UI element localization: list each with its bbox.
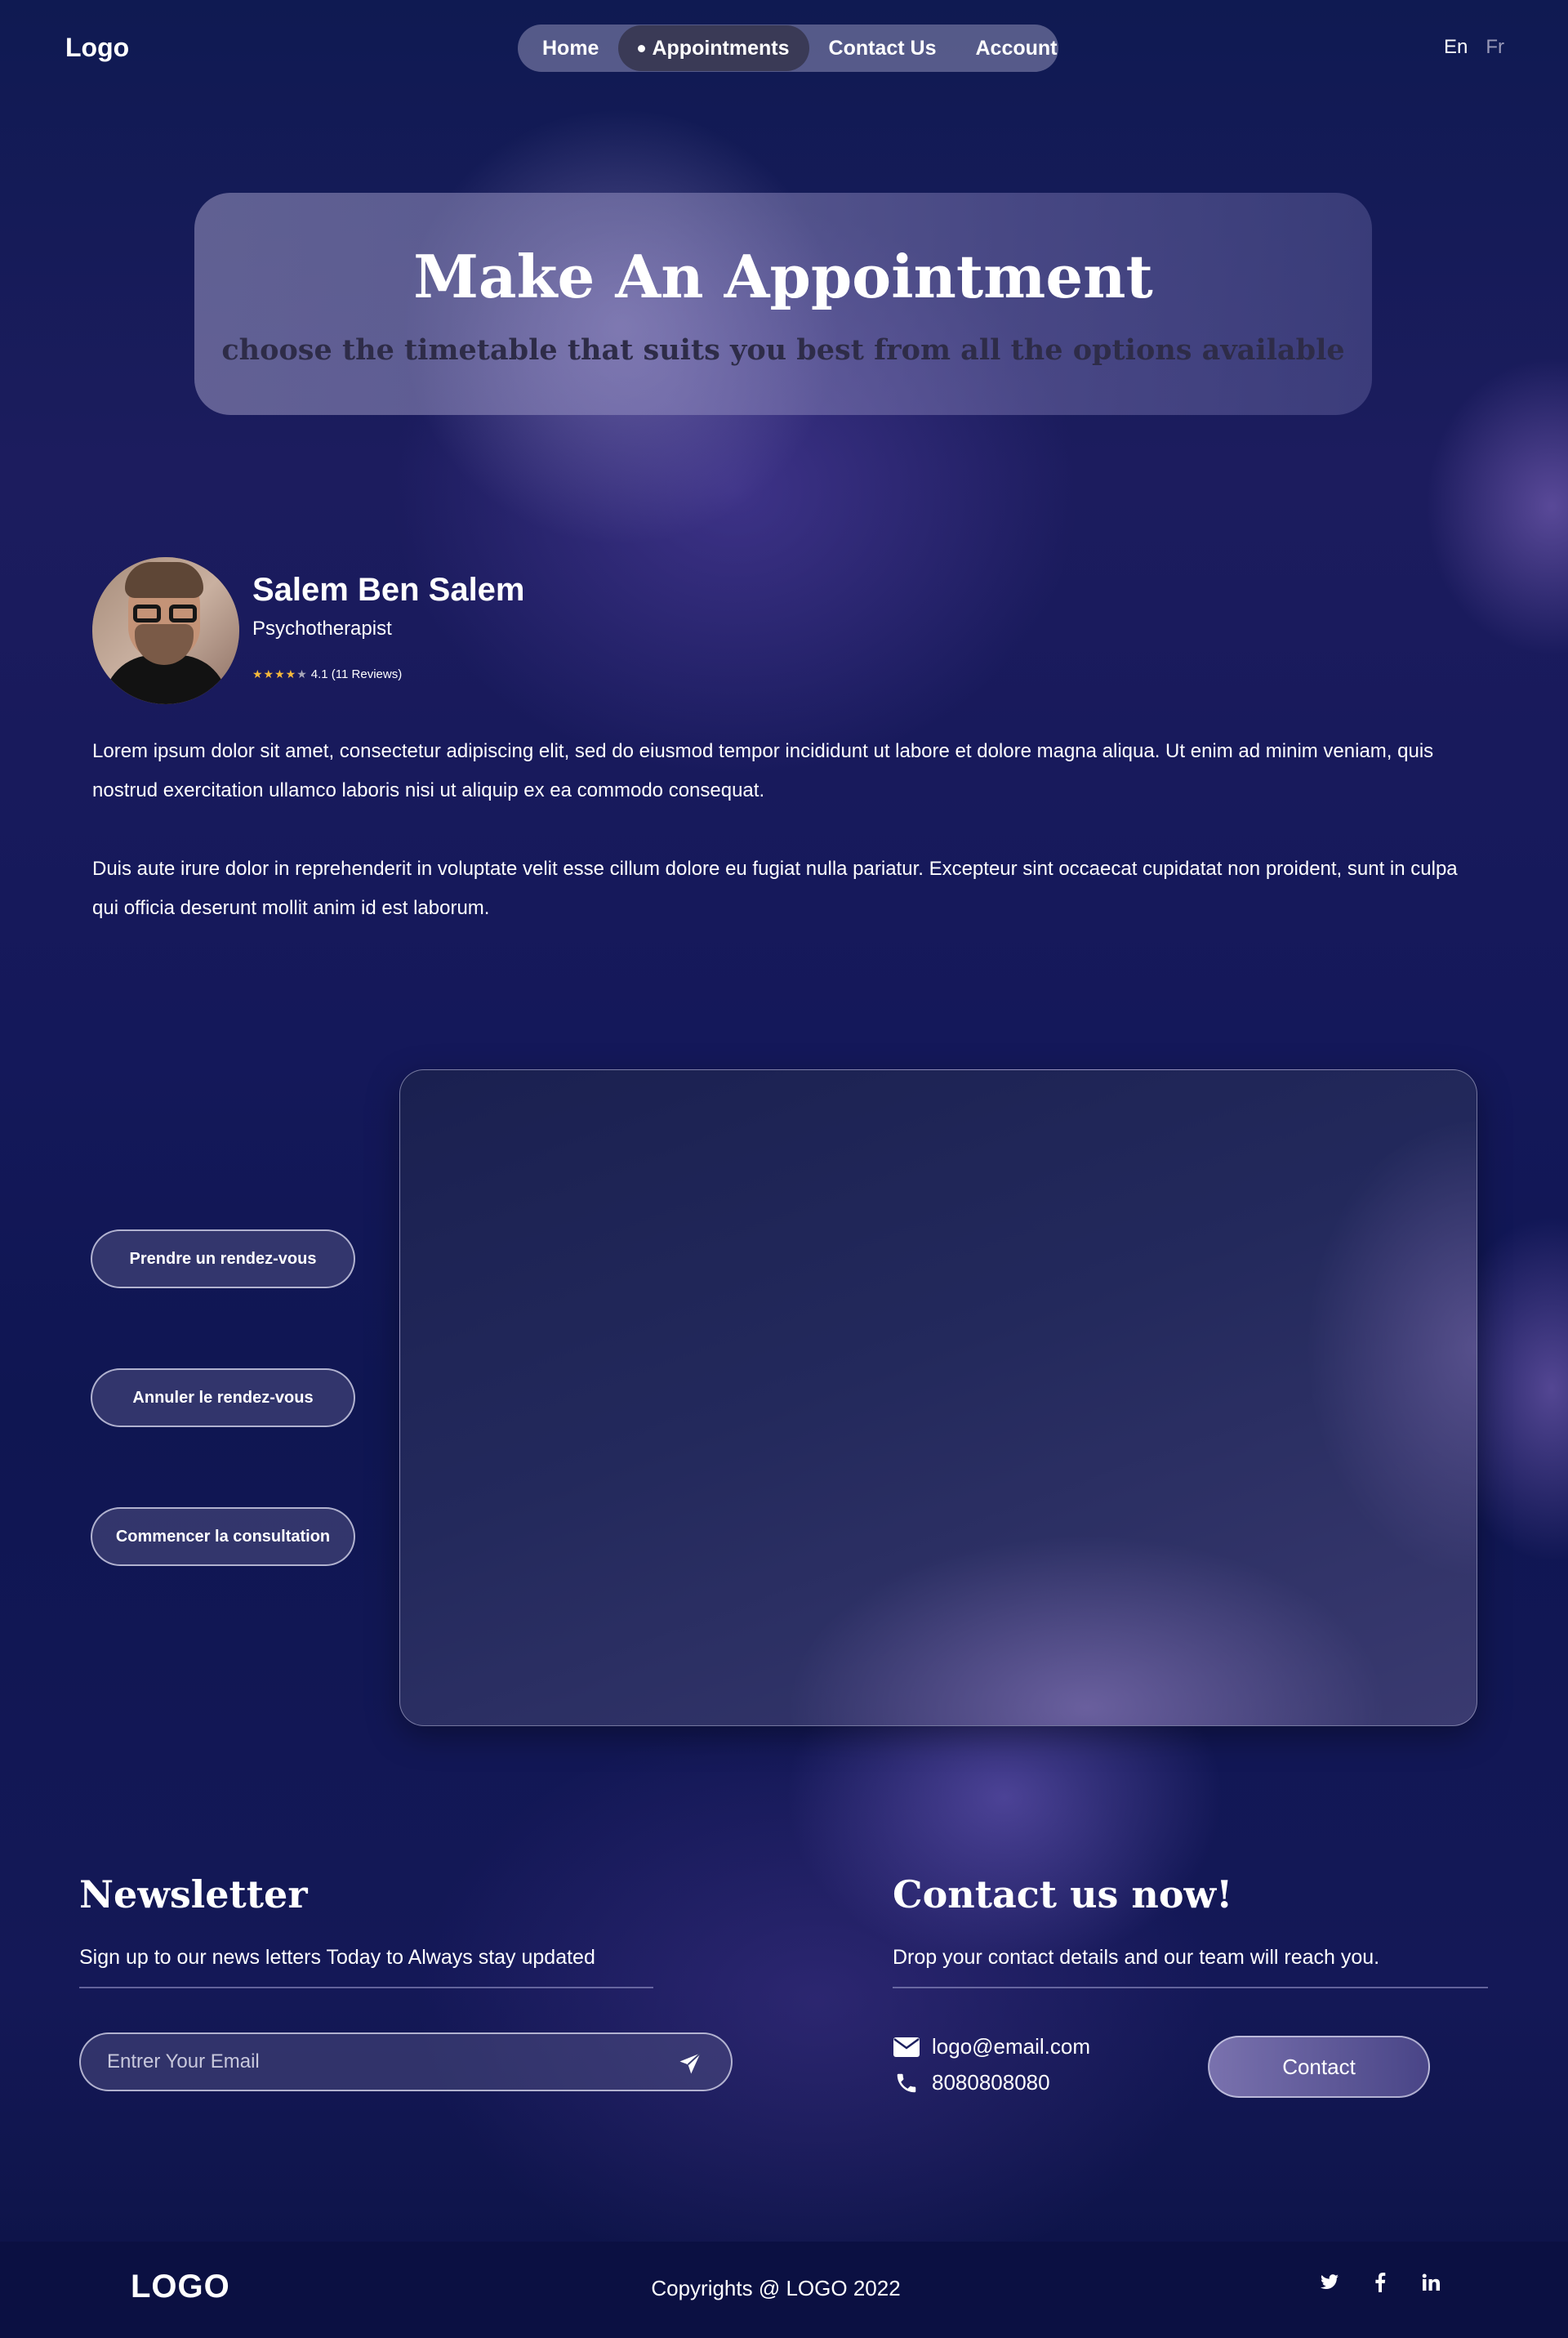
contact-text: Drop your contact details and our team w… <box>893 1946 1380 1969</box>
social-links <box>1318 2271 1442 2294</box>
facebook-icon[interactable] <box>1369 2271 1392 2294</box>
cancel-appointment-button[interactable]: Annuler le rendez-vous <box>91 1368 355 1427</box>
newsletter-email-field <box>79 2032 733 2091</box>
lang-en[interactable]: En <box>1444 36 1468 59</box>
newsletter-title: Newsletter <box>79 1872 308 1916</box>
nav-home[interactable]: Home <box>523 25 618 71</box>
nav-home-label: Home <box>542 36 599 60</box>
nav-appointments[interactable]: Appointments <box>618 25 809 71</box>
rating-text: 4.1 (11 Reviews) <box>310 667 403 681</box>
contact-email: logo@email.com <box>893 2034 1090 2059</box>
contact-divider <box>893 1987 1488 1988</box>
hero-card: Make An Appointment choose the timetable… <box>194 193 1372 415</box>
doctor-bio-paragraph-1: Lorem ipsum dolor sit amet, consectetur … <box>92 740 1434 801</box>
header-logo[interactable]: Logo <box>65 33 129 63</box>
linkedin-icon[interactable] <box>1419 2271 1442 2294</box>
nav-contact-us-label: Contact Us <box>828 36 937 60</box>
page-subtitle: choose the timetable that suits you best… <box>221 333 1345 367</box>
doctor-avatar <box>92 557 239 704</box>
doctor-bio-paragraph-2: Duis aute irure dolor in reprehenderit i… <box>92 858 1458 919</box>
newsletter-divider <box>79 1987 653 1988</box>
lang-fr[interactable]: Fr <box>1486 36 1504 59</box>
start-consultation-button[interactable]: Commencer la consultation <box>91 1507 355 1566</box>
phone-icon <box>893 2071 920 2095</box>
site-header: Logo Home Appointments Contact Us Accoun… <box>0 0 1568 98</box>
site-footer: LOGO Copyrights @ LOGO 2022 <box>0 2242 1568 2338</box>
doctor-rating: ★★★★★ 4.1 (11 Reviews) <box>252 667 402 681</box>
book-appointment-button[interactable]: Prendre un rendez-vous <box>91 1229 355 1288</box>
nav-appointments-label: Appointments <box>652 36 790 60</box>
nav-account-label: Account <box>975 36 1058 60</box>
main-nav: Home Appointments Contact Us Account <box>518 25 1058 72</box>
newsletter-text: Sign up to our news letters Today to Alw… <box>79 1946 595 1969</box>
language-switcher: En Fr <box>1444 36 1504 59</box>
doctor-role: Psychotherapist <box>252 618 392 640</box>
star-rating-icon: ★★★★★ <box>252 667 308 680</box>
nav-account[interactable]: Account <box>956 25 1076 71</box>
doctor-name: Salem Ben Salem <box>252 572 525 608</box>
active-dot-icon <box>638 44 646 52</box>
twitter-icon[interactable] <box>1318 2271 1341 2294</box>
nav-contact-us[interactable]: Contact Us <box>809 25 956 71</box>
newsletter-email-input[interactable] <box>107 2034 646 2090</box>
contact-title: Contact us now! <box>893 1872 1233 1916</box>
mail-icon <box>893 2035 920 2059</box>
contact-button[interactable]: Contact <box>1208 2036 1430 2098</box>
send-icon[interactable] <box>674 2047 706 2080</box>
contact-phone: 8080808080 <box>893 2070 1050 2095</box>
appointment-panel <box>399 1069 1477 1726</box>
page-title: Make An Appointment <box>413 242 1153 311</box>
contact-phone-text[interactable]: 8080808080 <box>932 2070 1050 2095</box>
contact-email-text[interactable]: logo@email.com <box>932 2034 1090 2059</box>
